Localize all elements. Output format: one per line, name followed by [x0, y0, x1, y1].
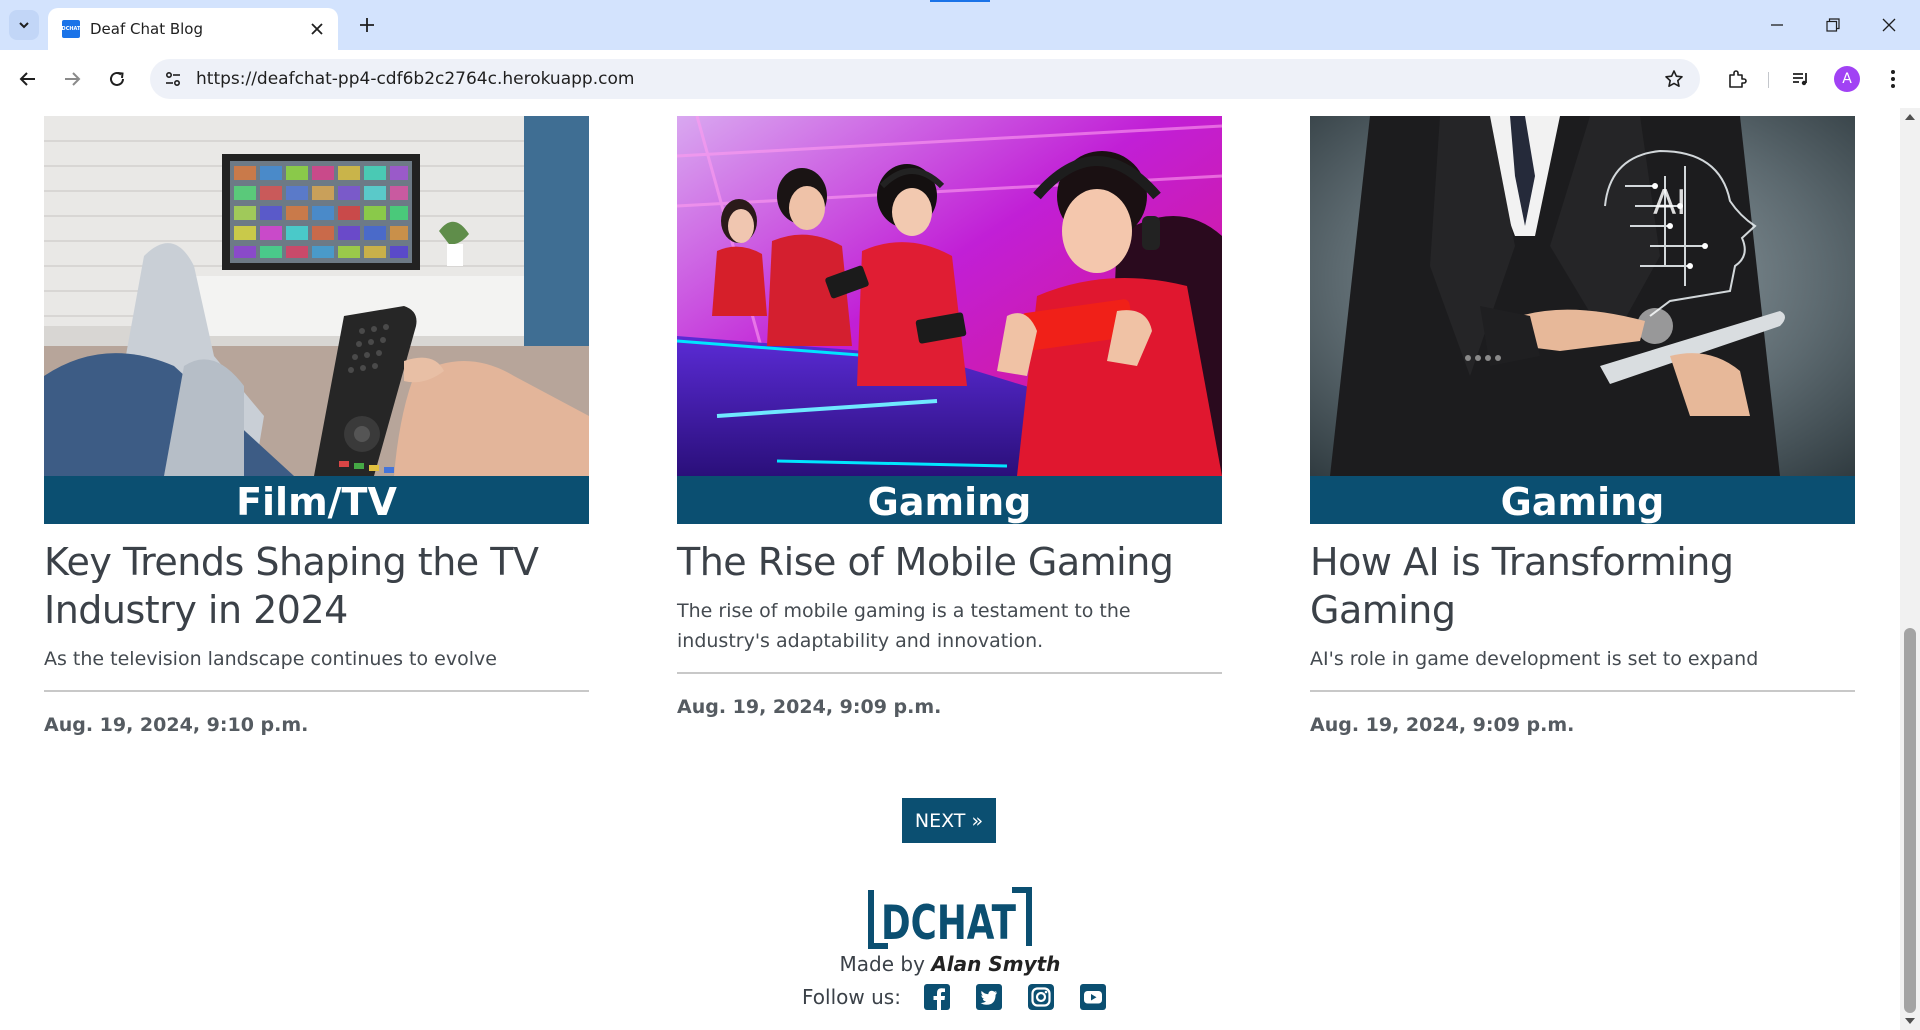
favicon-icon: DCHAT [62, 20, 80, 38]
browser-menu-button[interactable] [1878, 64, 1908, 94]
post-category: Gaming [677, 476, 1222, 524]
author-name: Alan Smyth [931, 952, 1061, 976]
facebook-icon[interactable] [923, 983, 951, 1011]
forward-button[interactable] [57, 64, 87, 94]
post-date: Aug. 19, 2024, 9:09 p.m. [1310, 714, 1575, 736]
more-vertical-icon [1891, 70, 1895, 88]
new-tab-button[interactable] [352, 10, 382, 40]
url-text[interactable]: https://deafchat-pp4-cdf6b2c2764c.heroku… [196, 69, 634, 89]
restore-icon [1826, 18, 1840, 32]
scrollbar-thumb[interactable] [1904, 628, 1916, 1013]
minimize-window-button[interactable] [1762, 10, 1792, 40]
scroll-down-arrow-icon[interactable] [1905, 1018, 1915, 1024]
browser-tab-bar: DCHAT Deaf Chat Blog [0, 0, 1920, 50]
post-category: Gaming [1310, 476, 1855, 524]
minimize-icon [1771, 24, 1783, 26]
browser-tab-active[interactable]: DCHAT Deaf Chat Blog [48, 8, 338, 50]
tab-strip-indicator [930, 0, 990, 2]
post-image-mobile-gamers[interactable] [677, 116, 1222, 476]
post-image-tv-remote[interactable] [44, 116, 589, 476]
instagram-icon[interactable] [1027, 983, 1055, 1011]
scroll-up-arrow-icon[interactable] [1905, 114, 1915, 120]
reload-icon [110, 71, 124, 86]
media-controls-button[interactable] [1786, 64, 1816, 94]
post-card[interactable]: AI Gaming How AI is Transforming Gaming … [1310, 116, 1855, 736]
card-divider [1310, 690, 1855, 692]
post-date: Aug. 19, 2024, 9:10 p.m. [44, 714, 309, 736]
post-card[interactable]: Gaming The Rise of Mobile Gaming The ris… [677, 116, 1222, 718]
post-excerpt: The rise of mobile gaming is a testament… [677, 600, 1131, 652]
tab-title: Deaf Chat Blog [90, 20, 203, 38]
post-category: Film/TV [44, 476, 589, 524]
svg-text:AI: AI [1653, 183, 1686, 223]
post-image-ai-businessman[interactable]: AI [1310, 116, 1855, 476]
post-title[interactable]: How AI is Transforming Gaming [1310, 538, 1855, 634]
svg-text:DCHAT: DCHAT [881, 896, 1016, 951]
reload-button[interactable] [102, 64, 132, 94]
post-title[interactable]: Key Trends Shaping the TV Industry in 20… [44, 538, 589, 634]
playlist-icon [1793, 73, 1807, 86]
card-divider [44, 690, 589, 692]
tab-search-button[interactable] [9, 10, 39, 40]
follow-us-label: Follow us: [802, 985, 901, 1009]
made-by-line: Made by Alan Smyth [0, 952, 1900, 976]
made-by-label: Made by [839, 952, 925, 976]
youtube-icon[interactable] [1079, 983, 1107, 1011]
arrow-right-icon [65, 72, 81, 86]
bookmark-star-icon[interactable] [1662, 67, 1686, 91]
page-scrollbar[interactable] [1900, 108, 1920, 1030]
puzzle-icon [1729, 70, 1747, 88]
next-page-button[interactable]: NEXT » [902, 798, 996, 843]
post-card[interactable]: Film/TV Key Trends Shaping the TV Indust… [44, 116, 589, 736]
browser-toolbar: https://deafchat-pp4-cdf6b2c2764c.heroku… [0, 50, 1920, 108]
post-date: Aug. 19, 2024, 9:09 p.m. [677, 696, 942, 718]
address-bar[interactable]: https://deafchat-pp4-cdf6b2c2764c.heroku… [150, 59, 1700, 99]
twitter-icon[interactable] [975, 983, 1003, 1011]
post-excerpt: As the television landscape continues to… [44, 648, 497, 670]
card-divider [677, 672, 1222, 674]
extensions-button[interactable] [1722, 64, 1752, 94]
toolbar-separator [1768, 72, 1769, 88]
close-window-button[interactable] [1874, 10, 1904, 40]
site-info-icon[interactable] [162, 68, 184, 90]
page-viewport: Film/TV Key Trends Shaping the TV Indust… [0, 108, 1900, 1030]
social-links: Follow us: [802, 980, 1131, 1014]
close-tab-icon[interactable] [306, 18, 328, 40]
restore-window-button[interactable] [1818, 10, 1848, 40]
arrow-left-icon [19, 72, 35, 86]
post-excerpt: AI's role in game development is set to … [1310, 648, 1759, 670]
close-icon [1882, 18, 1896, 32]
post-title[interactable]: The Rise of Mobile Gaming [677, 538, 1222, 586]
chevron-down-icon [19, 22, 29, 29]
dchat-logo[interactable]: DCHAT [866, 884, 1034, 952]
plus-icon [360, 18, 374, 32]
profile-avatar[interactable]: A [1834, 66, 1860, 92]
back-button[interactable] [13, 64, 43, 94]
